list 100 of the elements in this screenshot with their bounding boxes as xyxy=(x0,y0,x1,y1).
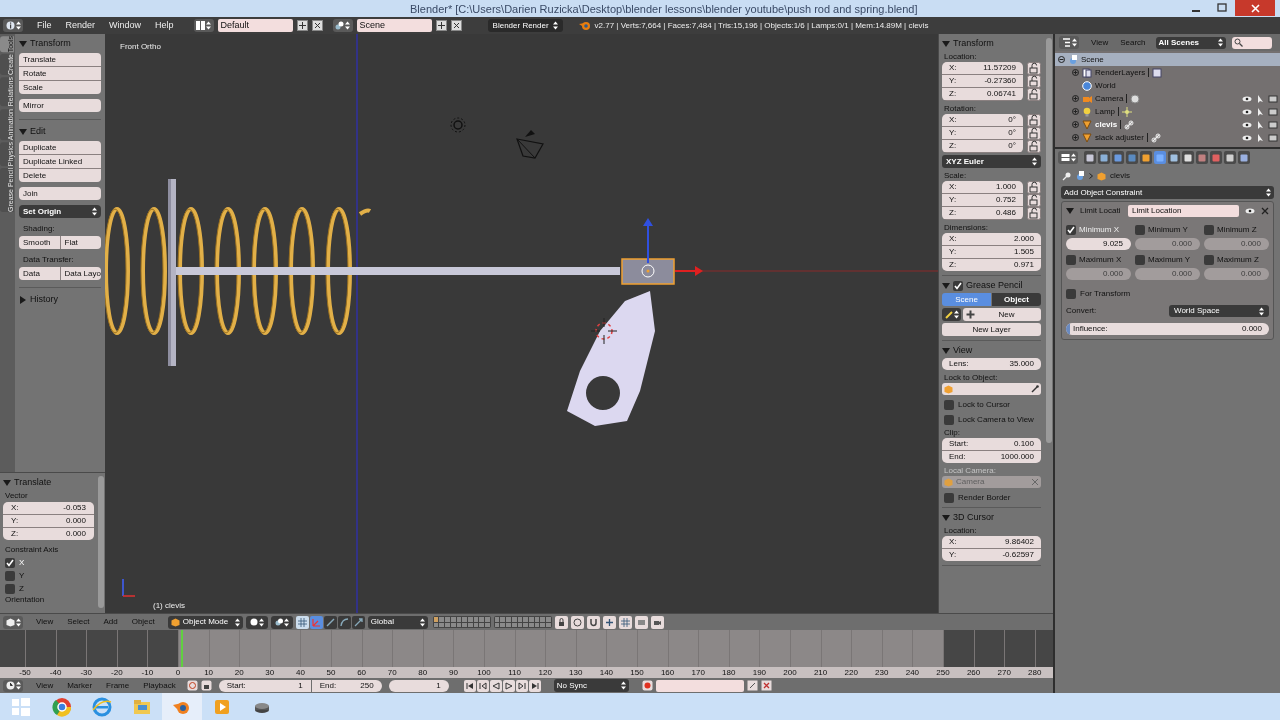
number-field[interactable]: X: 2.000 xyxy=(942,233,1041,245)
panel-title[interactable]: View xyxy=(953,343,973,358)
context-tab[interactable] xyxy=(1168,151,1180,164)
toolbar-button[interactable] xyxy=(650,615,664,629)
eye-icon[interactable] xyxy=(1242,133,1252,142)
tool-button[interactable]: Scale xyxy=(19,81,101,94)
playback-button[interactable] xyxy=(463,679,476,692)
eye-icon[interactable] xyxy=(1242,107,1252,116)
checkbox[interactable] xyxy=(1135,224,1145,235)
context-tab[interactable] xyxy=(1140,151,1152,164)
number-field[interactable]: Start: 0.100 xyxy=(942,438,1041,450)
toolbar-button[interactable] xyxy=(570,615,584,629)
text-field[interactable]: Scene xyxy=(356,19,432,32)
slider-field[interactable]: Influence: 0.000 xyxy=(1066,323,1269,335)
tool-button[interactable]: Duplicate xyxy=(19,141,101,154)
number-field[interactable]: X: 11.57209 xyxy=(942,62,1023,74)
render-engine-dropdown[interactable]: Blender Render xyxy=(487,19,563,32)
playback-button[interactable] xyxy=(515,679,528,692)
tool-button[interactable]: Data Layo xyxy=(60,267,101,280)
menu-item[interactable]: Help xyxy=(155,18,174,33)
lock-icon[interactable] xyxy=(200,680,212,691)
layer-buttons[interactable] xyxy=(432,616,491,628)
context-tab[interactable] xyxy=(1098,151,1110,164)
checkbox[interactable] xyxy=(953,280,963,291)
record-button-icon[interactable] xyxy=(641,680,653,691)
checkbox[interactable] xyxy=(1066,224,1076,235)
dropdown-menu[interactable]: Set Origin xyxy=(19,205,101,218)
disclosure-triangle-icon[interactable] xyxy=(942,346,950,355)
menu-item[interactable]: Playback xyxy=(143,679,176,692)
number-field[interactable]: Z: 0.971 xyxy=(942,259,1041,271)
tree-item-label[interactable]: clevis xyxy=(1095,118,1118,131)
menu-item[interactable]: File xyxy=(37,18,52,33)
disclosure-triangle-icon[interactable] xyxy=(3,478,11,487)
menu-item[interactable]: Object xyxy=(131,616,155,628)
menu-item[interactable]: Frame xyxy=(106,679,130,692)
tree-item-label[interactable]: Scene xyxy=(1081,53,1104,66)
toolbar-button[interactable] xyxy=(586,615,600,629)
toolbar-button[interactable] xyxy=(554,615,568,629)
pin-icon[interactable] xyxy=(1062,171,1071,181)
disclosure-triangle-icon[interactable] xyxy=(942,281,950,290)
playback-button[interactable] xyxy=(489,679,502,692)
name-field[interactable]: Limit Location xyxy=(1128,205,1239,217)
panel-title[interactable]: Translate xyxy=(14,475,52,490)
plus-icon[interactable] xyxy=(296,20,308,31)
playback-button[interactable] xyxy=(502,679,515,692)
context-tab[interactable] xyxy=(1224,151,1236,164)
sync-dropdown[interactable]: No Sync xyxy=(553,679,629,692)
number-field[interactable]: Y: 0.000 xyxy=(3,515,94,527)
disclosure-triangle-icon[interactable] xyxy=(942,513,950,522)
editor-type-button[interactable] xyxy=(3,19,23,32)
tool-button[interactable]: New Layer xyxy=(942,323,1041,336)
number-field[interactable]: Y: 1.505 xyxy=(942,246,1041,258)
checkbox[interactable] xyxy=(1204,254,1214,265)
checkbox[interactable] xyxy=(5,557,15,568)
link-icon[interactable] xyxy=(746,680,758,691)
panel-title[interactable]: Edit xyxy=(30,124,46,139)
number-field[interactable]: Y: -0.27360 xyxy=(942,75,1023,87)
tool-button[interactable]: Mirror xyxy=(19,99,101,112)
playback-button[interactable] xyxy=(528,679,541,692)
checkbox[interactable] xyxy=(944,492,954,503)
menu-item[interactable]: View xyxy=(1091,36,1109,49)
number-field[interactable]: Y: -0.62597 xyxy=(942,549,1041,561)
eye-icon[interactable] xyxy=(1242,94,1252,103)
tool-button[interactable]: Rotate xyxy=(19,67,101,80)
checkbox[interactable] xyxy=(1066,254,1076,265)
tool-button[interactable]: Duplicate Linked xyxy=(19,155,101,168)
disclosure-triangle-icon[interactable] xyxy=(19,39,27,48)
tool-button[interactable]: Join xyxy=(19,187,101,200)
taskbar-button[interactable] xyxy=(162,693,202,720)
playback-button[interactable] xyxy=(476,679,489,692)
tree-item-label[interactable]: slack adjuster xyxy=(1095,131,1144,144)
eye-icon[interactable] xyxy=(1242,120,1252,129)
manipulator-button[interactable] xyxy=(351,615,365,629)
scrollbar[interactable] xyxy=(98,476,104,608)
editor-type-button[interactable] xyxy=(3,679,23,692)
panel-title[interactable]: 3D Cursor xyxy=(953,510,994,525)
disclosure-triangle-icon[interactable] xyxy=(19,295,27,304)
disclosure-triangle-icon[interactable] xyxy=(942,39,950,48)
number-field[interactable]: 0.000 xyxy=(1066,268,1131,280)
close-icon[interactable] xyxy=(450,20,462,31)
checkbox[interactable] xyxy=(944,414,954,425)
number-field[interactable]: X: 0° xyxy=(942,114,1023,126)
search-field[interactable] xyxy=(1231,36,1272,49)
toolbar-button[interactable] xyxy=(634,615,648,629)
checkbox[interactable] xyxy=(1204,224,1214,235)
dropdown-menu[interactable]: World Space xyxy=(1169,305,1269,317)
number-field[interactable]: End: 250 xyxy=(311,679,382,692)
manipulator-button[interactable] xyxy=(337,615,351,629)
menu-item[interactable]: Window xyxy=(109,18,142,33)
eye-icon[interactable] xyxy=(1245,207,1255,215)
close-button[interactable] xyxy=(1235,0,1275,16)
manipulator-button[interactable] xyxy=(295,615,309,629)
tree-row[interactable]: Scene xyxy=(1055,53,1280,66)
number-field[interactable]: 0.000 xyxy=(1204,268,1269,280)
checkbox[interactable] xyxy=(944,399,954,410)
number-field[interactable]: 9.025 xyxy=(1066,238,1131,250)
pencil-dropdown[interactable] xyxy=(942,308,961,321)
scrollbar[interactable] xyxy=(1045,38,1052,443)
panel-title[interactable]: Transform xyxy=(953,36,994,51)
disclosure-triangle-icon[interactable] xyxy=(19,127,27,136)
